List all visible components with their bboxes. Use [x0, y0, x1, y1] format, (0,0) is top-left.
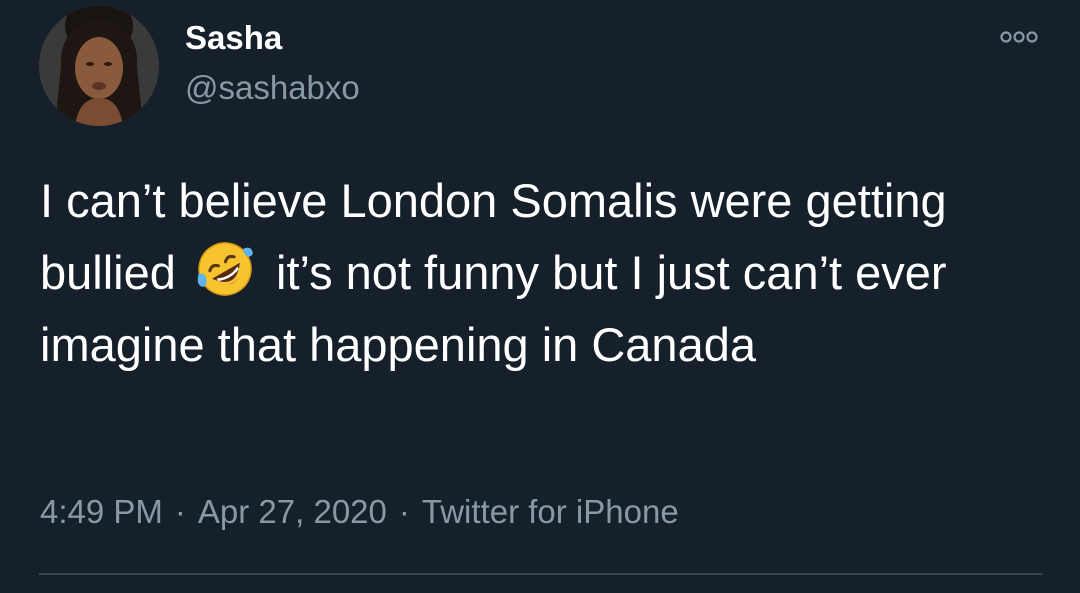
- author-handle[interactable]: @sashabxo: [185, 68, 360, 108]
- rolling-on-the-floor-laughing-emoji: [193, 237, 257, 301]
- tweet-card: Sasha @sashabxo I can’t believe London S…: [0, 0, 1080, 593]
- more-options-button[interactable]: [994, 22, 1044, 52]
- tweet-metadata: 4:49 PM · Apr 27, 2020 · Twitter for iPhone: [40, 490, 679, 534]
- tweet-source[interactable]: Twitter for iPhone: [422, 493, 679, 530]
- divider: [39, 573, 1043, 575]
- more-options-icon: [1000, 31, 1038, 43]
- meta-separator: ·: [398, 493, 410, 530]
- tweet-time[interactable]: 4:49 PM: [40, 493, 163, 530]
- tweet-text: I can’t believe London Somalis were gett…: [40, 165, 1050, 381]
- tweet-date[interactable]: Apr 27, 2020: [198, 493, 387, 530]
- avatar[interactable]: [39, 6, 159, 126]
- avatar-image: [39, 6, 159, 126]
- meta-separator: ·: [174, 493, 186, 530]
- author-display-name[interactable]: Sasha: [185, 18, 282, 58]
